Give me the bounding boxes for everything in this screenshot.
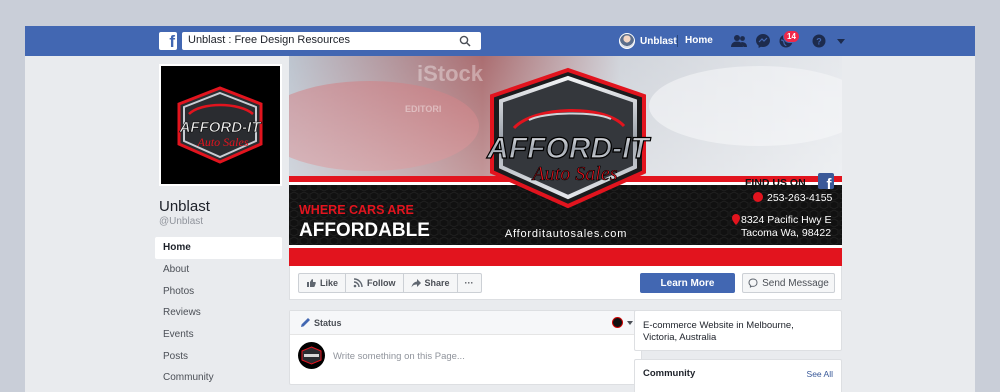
search-icon[interactable] — [459, 35, 471, 47]
page-name: Unblast — [159, 198, 210, 215]
address-line1: 8324 Pacific Hwy E — [741, 214, 831, 226]
follow-button[interactable]: Follow — [346, 274, 404, 292]
share-label: Share — [424, 278, 450, 288]
follow-label: Follow — [367, 278, 396, 288]
watermark-sub: EDITORI — [405, 104, 441, 114]
more-options-button[interactable]: ··· — [458, 274, 481, 292]
page-action-bar: Like Follow Share ··· Learn More Send Me… — [289, 266, 842, 300]
facebook-page-frame: f Unblast : Free Design Resources Unblas… — [25, 26, 975, 392]
search-input[interactable]: Unblast : Free Design Resources — [182, 32, 481, 50]
like-button[interactable]: Like — [299, 274, 347, 292]
status-input[interactable]: Write something on this Page... — [333, 351, 465, 362]
page-sidebar-nav: Home About Photos Reviews Events Posts C… — [155, 237, 282, 389]
sidebar-item-photos[interactable]: Photos — [155, 280, 282, 302]
status-tab-label[interactable]: Status — [314, 318, 342, 328]
profile-name: Unblast — [640, 35, 677, 47]
notifications-badge: 14 — [783, 30, 800, 43]
community-card: Community See All — [634, 359, 842, 392]
share-arrow-icon — [411, 279, 421, 288]
search-input-value: Unblast : Free Design Resources — [188, 34, 351, 46]
avatar — [612, 317, 623, 328]
send-message-button[interactable]: Send Message — [742, 273, 835, 293]
send-message-label: Send Message — [762, 277, 829, 289]
avatar — [298, 342, 325, 369]
facebook-logo-icon[interactable]: f — [159, 32, 177, 51]
see-all-link[interactable]: See All — [807, 369, 833, 379]
logo-line1: AFFORD-IT — [486, 132, 651, 165]
community-title: Community — [643, 368, 696, 379]
tagline-top: WHERE CARS ARE — [299, 203, 414, 217]
sidebar-item-posts[interactable]: Posts — [155, 345, 282, 367]
status-composer: Status Write something on this Page... — [289, 310, 642, 385]
sidebar-item-about[interactable]: About — [155, 259, 282, 281]
phone-number: 253-263-4155 — [767, 192, 833, 204]
rss-follow-icon — [353, 278, 363, 288]
home-link[interactable]: Home — [685, 35, 713, 46]
like-label: Like — [320, 278, 339, 288]
sidebar-item-events[interactable]: Events — [155, 324, 282, 346]
facebook-logo-letter: f — [169, 32, 175, 51]
cover-photo[interactable]: iStock EDITORI FIND US ON f WHERE CARS A… — [289, 56, 842, 266]
more-options-icon: ··· — [464, 278, 474, 288]
about-card: E-commerce Website in Melbourne, Victori… — [634, 310, 842, 351]
afford-it-logo-image: AFFORD-IT Auto Sales — [161, 66, 280, 184]
find-us-label: FIND US ON — [745, 177, 806, 189]
caret-down-icon[interactable] — [832, 32, 850, 50]
address-line2: Tacoma Wa, 98422 — [741, 227, 831, 239]
help-icon[interactable]: ? — [810, 32, 828, 50]
website-text: Afforditautosales.com — [505, 228, 627, 240]
page-profile-picture[interactable]: AFFORD-IT Auto Sales — [159, 64, 282, 186]
messenger-icon[interactable] — [754, 32, 772, 50]
sidebar-item-home[interactable]: Home — [155, 237, 282, 259]
nav-divider — [677, 35, 678, 47]
pencil-icon — [301, 318, 310, 327]
post-as-selector[interactable] — [612, 317, 633, 328]
profile-link[interactable]: Unblast — [619, 32, 677, 50]
afford-it-logo-thumbnail — [301, 346, 322, 365]
thumbs-up-icon — [307, 279, 316, 287]
sidebar-item-reviews[interactable]: Reviews — [155, 302, 282, 324]
cover-banner-graphic: iStock EDITORI FIND US ON f WHERE CARS A… — [289, 56, 842, 266]
svg-text:Auto Sales: Auto Sales — [197, 135, 249, 149]
tagline-bottom: AFFORDABLE — [299, 220, 430, 241]
watermark-brand: iStock — [417, 61, 484, 86]
status-header: Status — [290, 311, 641, 335]
top-navigation-bar: f Unblast : Free Design Resources Unblas… — [25, 26, 975, 56]
avatar — [619, 33, 635, 49]
sidebar-item-community[interactable]: Community — [155, 367, 282, 389]
svg-text:?: ? — [816, 36, 822, 46]
phone-icon — [753, 192, 763, 202]
page-handle[interactable]: @Unblast — [159, 216, 203, 227]
chevron-down-icon — [627, 320, 633, 325]
about-line-1: E-commerce Website in Melbourne, — [643, 320, 794, 331]
about-line-2: Victoria, Australia — [643, 332, 717, 343]
message-bubble-icon — [748, 278, 758, 288]
logo-line2: Auto Sales — [531, 163, 618, 185]
svg-text:AFFORD-IT: AFFORD-IT — [179, 119, 263, 136]
share-button[interactable]: Share — [404, 274, 458, 292]
find-friends-icon[interactable] — [730, 32, 748, 50]
learn-more-button[interactable]: Learn More — [640, 273, 735, 293]
action-button-group: Like Follow Share ··· — [298, 273, 482, 293]
